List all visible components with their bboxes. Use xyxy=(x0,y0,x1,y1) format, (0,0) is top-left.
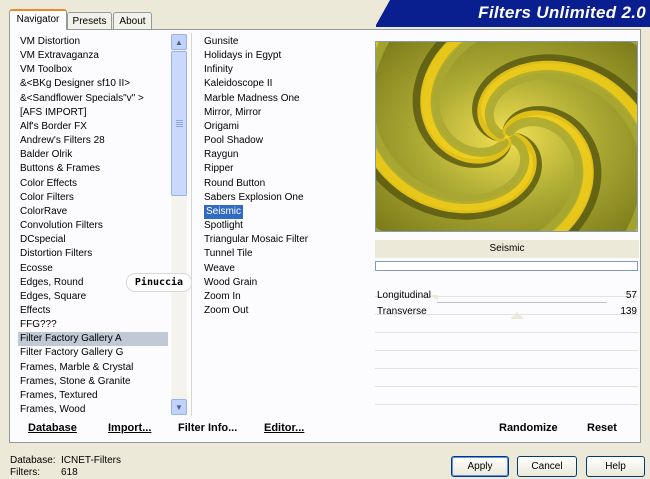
filter-item[interactable]: Gunsite xyxy=(202,35,367,49)
filter-item[interactable]: Mirror, Mirror xyxy=(202,106,367,120)
category-item[interactable]: Buttons & Frames xyxy=(18,162,168,176)
filter-item[interactable]: Wood Grain xyxy=(202,276,367,290)
scroll-up-button[interactable]: ▲ xyxy=(171,34,187,50)
category-item[interactable]: Distortion Filters xyxy=(18,247,168,261)
filter-item[interactable]: Sabers Explosion One xyxy=(202,191,367,205)
filters-count: 618 xyxy=(61,467,78,478)
filter-item[interactable]: Tunnel Tile xyxy=(202,247,367,261)
database-value: ICNET-Filters xyxy=(61,455,121,466)
filter-item[interactable]: Triangular Mosaic Filter xyxy=(202,233,367,247)
scroll-thumb[interactable] xyxy=(171,51,187,196)
category-item[interactable]: Filter Factory Gallery G xyxy=(18,346,168,360)
slider-thumb-transverse[interactable] xyxy=(510,312,524,319)
filter-item[interactable]: Round Button xyxy=(202,177,367,191)
filter-item[interactable]: Zoom In xyxy=(202,290,367,304)
editor-button[interactable]: Editor... xyxy=(264,420,304,436)
help-button[interactable]: Help xyxy=(586,456,645,477)
database-label: Database: xyxy=(10,455,56,466)
value-transverse: 139 xyxy=(620,306,637,317)
tab-about[interactable]: About xyxy=(113,12,152,29)
filter-item[interactable]: Infinity xyxy=(202,63,367,77)
import-button[interactable]: Import... xyxy=(108,420,151,436)
preview-swirl xyxy=(376,42,637,231)
chevron-up-icon: ▲ xyxy=(175,37,183,47)
category-item[interactable]: Balder Olrik xyxy=(18,148,168,162)
filter-info-button[interactable]: Filter Info... xyxy=(178,420,237,436)
category-item[interactable]: Color Effects xyxy=(18,177,168,191)
preview-image xyxy=(375,41,638,232)
category-item[interactable]: DCspecial xyxy=(18,233,168,247)
category-item[interactable]: Frames, Textured xyxy=(18,389,168,403)
filter-item[interactable]: Weave xyxy=(202,262,367,276)
category-item[interactable]: Alf's Border FX xyxy=(18,120,168,134)
watermark-badge: Pinuccia xyxy=(126,273,192,292)
filter-item[interactable]: Marble Madness One xyxy=(202,92,367,106)
selected-filter-label: Seismic xyxy=(204,204,244,219)
filter-name-label: Seismic xyxy=(375,240,639,258)
param-row-transverse[interactable]: Transverse 139 xyxy=(377,306,637,320)
filter-item[interactable]: Seismic xyxy=(202,204,367,219)
value-longitudinal: 57 xyxy=(625,290,637,301)
slider-thumb-longitudinal[interactable] xyxy=(430,295,438,301)
category-item[interactable]: Color Filters xyxy=(18,191,168,205)
param-row-longitudinal[interactable]: Longitudinal 57 xyxy=(377,290,637,304)
progress-bar xyxy=(375,261,638,271)
category-item[interactable]: &<BKg Designer sf10 II> xyxy=(18,77,168,91)
category-item[interactable]: Frames, Stone & Granite xyxy=(18,375,168,389)
filter-list[interactable]: Gunsite Holidays in Egypt Infinity Kaleidos… xyxy=(200,35,370,335)
category-item[interactable]: Frames, Marble & Crystal xyxy=(18,361,168,375)
scroll-down-button[interactable]: ▼ xyxy=(171,399,187,415)
filter-item[interactable]: Spotlight xyxy=(202,219,367,233)
category-item[interactable]: VM Extravaganza xyxy=(18,49,168,63)
category-scrollbar[interactable]: ▲ ▼ xyxy=(171,34,187,415)
category-item[interactable]: Andrew's Filters 28 xyxy=(18,134,168,148)
filter-item[interactable]: Raygun xyxy=(202,148,367,162)
category-item[interactable]: Filter Factory Gallery A xyxy=(18,332,168,347)
filter-item[interactable]: Holidays in Egypt xyxy=(202,49,367,63)
category-list[interactable]: VM Distortion VM Extravaganza VM Toolbox &<… xyxy=(15,35,171,415)
category-item[interactable]: FFG??? xyxy=(18,318,168,332)
apply-button[interactable]: Apply xyxy=(451,456,509,477)
category-item[interactable]: [AFS IMPORT] xyxy=(18,106,168,120)
category-item[interactable]: VM Distortion xyxy=(18,35,168,49)
filter-item[interactable]: Kaleidoscope II xyxy=(202,77,367,91)
category-item[interactable]: Convolution Filters xyxy=(18,219,168,233)
category-item[interactable]: Effects xyxy=(18,304,168,318)
filter-item[interactable]: Origami xyxy=(202,120,367,134)
randomize-button[interactable]: Randomize xyxy=(499,420,558,436)
filter-item[interactable]: Pool Shadow xyxy=(202,134,367,148)
filter-item[interactable]: Zoom Out xyxy=(202,304,367,318)
cancel-button[interactable]: Cancel xyxy=(517,456,577,477)
params-area xyxy=(375,286,638,412)
category-item[interactable]: &<Sandflower Specials"v" > xyxy=(18,92,168,106)
tab-presets[interactable]: Presets xyxy=(67,12,112,29)
category-item[interactable]: Frames, Wood xyxy=(18,403,168,415)
chevron-down-icon: ▼ xyxy=(175,402,183,412)
tab-navigator[interactable]: Navigator xyxy=(9,9,67,30)
banner-title: Filters Unlimited 2.0 xyxy=(478,3,646,22)
category-item[interactable]: VM Toolbox xyxy=(18,63,168,77)
filters-label: Filters: xyxy=(10,467,40,478)
reset-button[interactable]: Reset xyxy=(587,420,617,436)
database-button[interactable]: Database xyxy=(28,420,77,436)
category-item[interactable]: ColorRave xyxy=(18,205,168,219)
filter-item[interactable]: Ripper xyxy=(202,162,367,176)
